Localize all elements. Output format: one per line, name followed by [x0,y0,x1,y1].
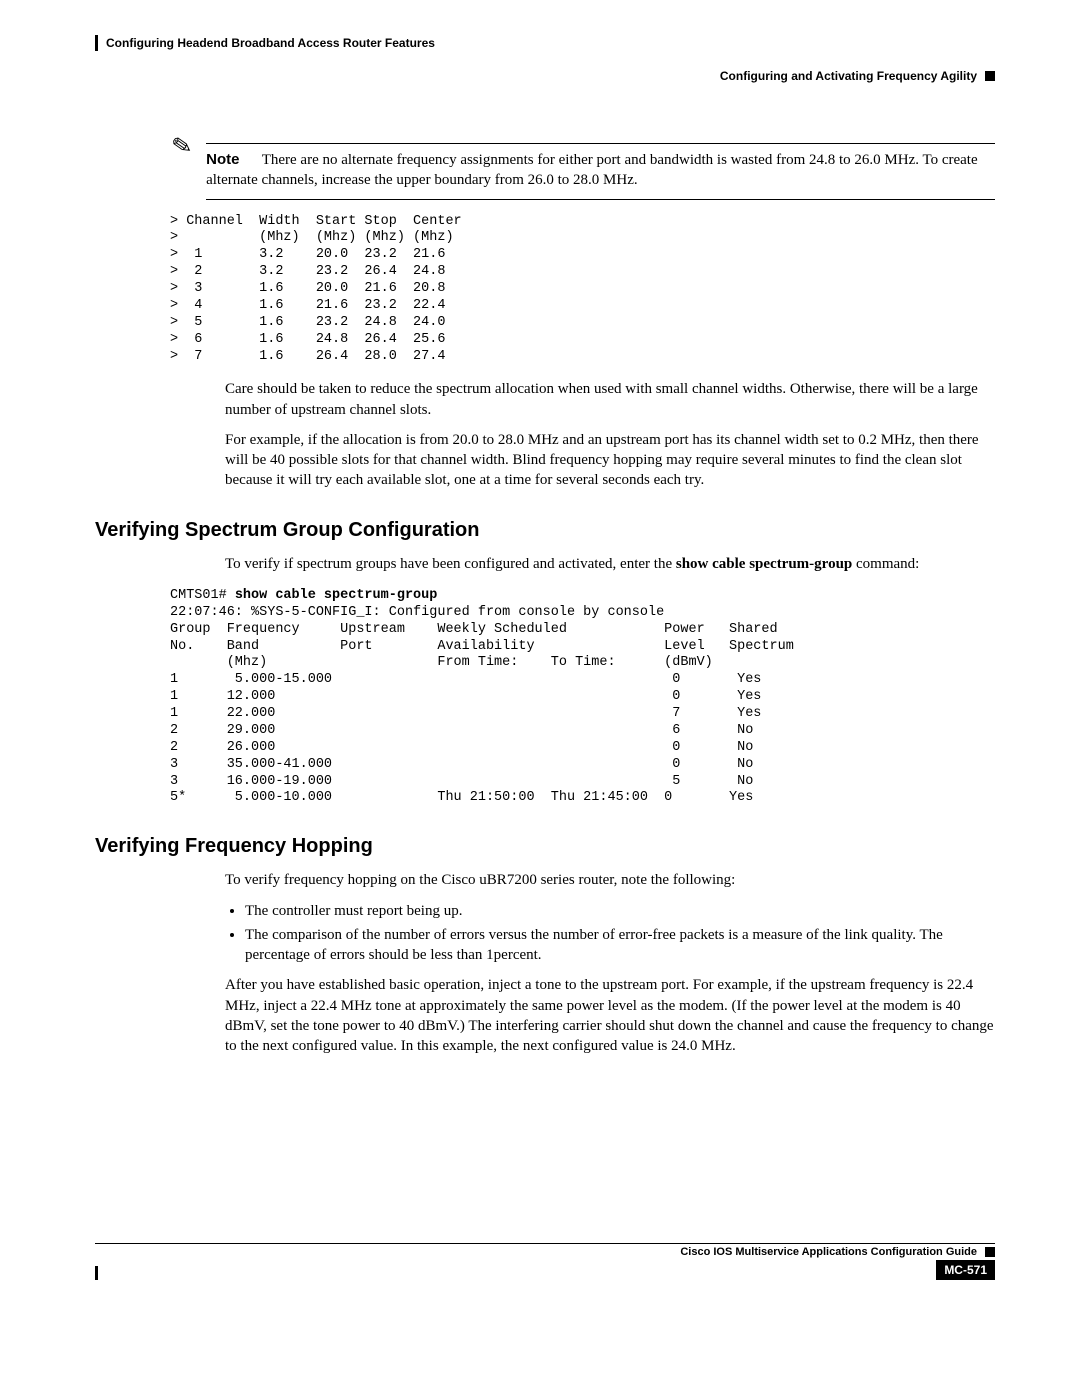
list-item: The comparison of the number of errors v… [245,925,995,966]
note-block: ✎ Note There are no alternate frequency … [170,143,995,200]
footer-right: Cisco IOS Multiservice Applications Conf… [680,1246,995,1258]
page-container: Configuring Headend Broadband Access Rou… [0,0,1080,1310]
heading-verify-spectrum-group: Verifying Spectrum Group Configuration [95,519,995,542]
cli-prompt: CMTS01# [170,588,235,603]
header-right: Configuring and Activating Frequency Agi… [720,69,995,83]
section-title: Configuring and Activating Frequency Agi… [720,69,977,83]
para-care: Care should be taken to reduce the spect… [225,379,995,420]
note-rule-bottom [206,199,995,200]
page-header: Configuring Headend Broadband Access Rou… [95,35,995,51]
section-marker-icon [985,71,995,81]
note-rule-top [206,143,995,144]
header-bar-icon [95,35,98,51]
footer-marker-icon [985,1247,995,1257]
bullet-list: The controller must report being up. The… [225,901,995,966]
cmd-show-bold: show cable spectrum-group [676,556,852,572]
footer-guide-title: Cisco IOS Multiservice Applications Conf… [680,1246,977,1258]
note-text: There are no alternate frequency assignm… [206,152,978,188]
content-area: ✎ Note There are no alternate frequency … [170,143,995,1056]
heading-verify-freq-hopping: Verifying Frequency Hopping [95,835,995,858]
para-verify-fh: To verify frequency hopping on the Cisco… [225,870,995,890]
header-left: Configuring Headend Broadband Access Rou… [95,35,435,51]
para-verify-sg-pre: To verify if spectrum groups have been c… [225,556,676,572]
para-example: For example, if the allocation is from 2… [225,430,995,491]
note-text-line: Note There are no alternate frequency as… [206,150,995,191]
footer-row: Cisco IOS Multiservice Applications Conf… [95,1246,995,1258]
page-footer: Cisco IOS Multiservice Applications Conf… [95,1243,995,1280]
chapter-title: Configuring Headend Broadband Access Rou… [106,36,435,50]
footer-page-row: MC-571 [95,1260,995,1280]
note-pen-icon: ✎ [170,133,194,160]
header-right-row: Configuring and Activating Frequency Agi… [95,51,995,83]
cli-block: CMTS01# show cable spectrum-group 22:07:… [170,588,995,807]
footer-rule [95,1243,995,1244]
para-verify-sg-post: command: [852,556,919,572]
cli-output: 22:07:46: %SYS-5-CONFIG_I: Configured fr… [170,605,794,806]
cli-command: show cable spectrum-group [235,588,438,603]
note-label: Note [206,151,239,168]
note-body: Note There are no alternate frequency as… [206,143,995,200]
page-number-badge: MC-571 [936,1260,995,1280]
channel-table: > Channel Width Start Stop Center > (Mhz… [170,214,995,366]
para-verify-sg: To verify if spectrum groups have been c… [225,554,995,574]
list-item: The controller must report being up. [245,901,995,921]
para-after: After you have established basic operati… [225,975,995,1056]
